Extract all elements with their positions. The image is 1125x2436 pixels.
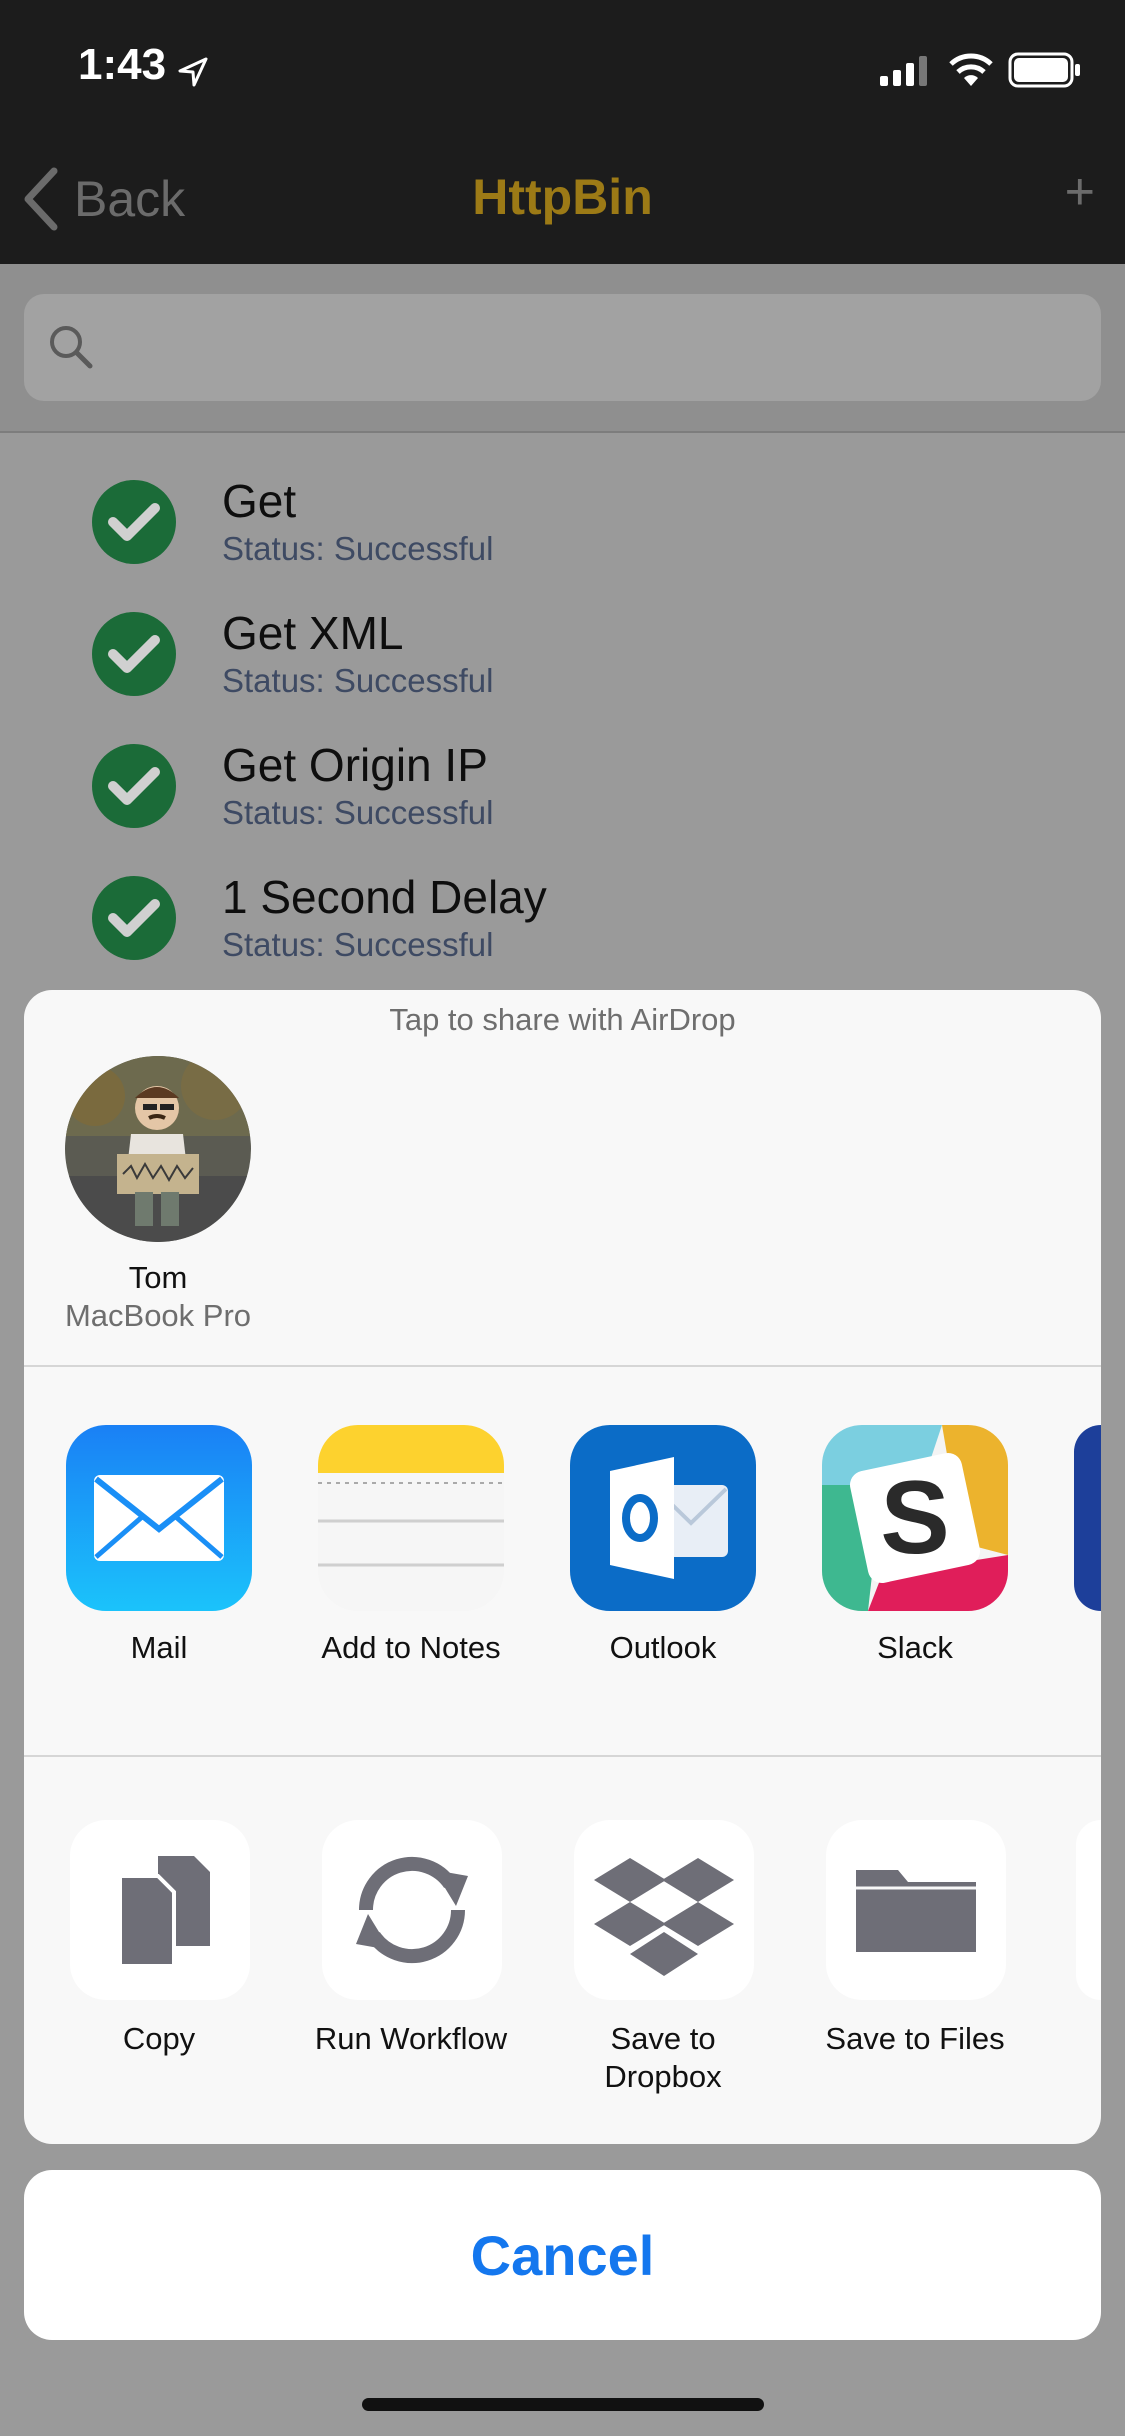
- outlook-icon: [570, 1425, 756, 1611]
- cancel-button[interactable]: Cancel: [24, 2170, 1101, 2340]
- status-bar: 1:43: [0, 0, 1125, 134]
- airdrop-contact[interactable]: Tom MacBook Pro: [24, 990, 292, 1350]
- request-name: Get XML: [222, 607, 404, 659]
- location-arrow-icon: [178, 57, 208, 87]
- action-more-partial[interactable]: [1076, 1820, 1101, 2000]
- home-indicator[interactable]: [362, 2398, 764, 2411]
- workflow-icon: [322, 1820, 502, 2000]
- request-status: Status: Successful: [222, 530, 494, 567]
- checkmark-icon: [92, 480, 176, 564]
- request-name: Get: [222, 475, 297, 527]
- request-status: Status: Successful: [222, 794, 494, 831]
- share-app-label: Mail: [130, 1630, 188, 1665]
- slack-icon: S: [822, 1425, 1008, 1611]
- notes-icon: [318, 1425, 504, 1611]
- add-button[interactable]: +: [1065, 162, 1095, 222]
- svg-text:S: S: [880, 1460, 949, 1576]
- share-app-label: Outlook: [609, 1630, 717, 1665]
- page-title: HttpBin: [472, 169, 653, 225]
- cellular-signal-icon: [880, 56, 927, 86]
- request-status: Status: Successful: [222, 926, 494, 963]
- search-field[interactable]: [24, 294, 1101, 401]
- list-item[interactable]: Get XML Status: Successful: [0, 602, 1125, 734]
- mail-icon: [66, 1425, 252, 1611]
- checkmark-icon: [92, 744, 176, 828]
- airdrop-contact-name: Tom: [128, 1260, 188, 1295]
- copy-icon: [70, 1820, 250, 2000]
- checkmark-icon: [92, 876, 176, 960]
- list-item[interactable]: Get Status: Successful: [0, 470, 1125, 602]
- cancel-label: Cancel: [470, 2223, 655, 2287]
- battery-icon: [1008, 52, 1080, 88]
- request-name: 1 Second Delay: [222, 871, 547, 923]
- search-input[interactable]: [104, 314, 1068, 382]
- share-app-label: Slack: [877, 1630, 953, 1665]
- wifi-icon: [949, 53, 993, 86]
- divider: [24, 1365, 1101, 1367]
- dropbox-icon: [574, 1820, 754, 2000]
- share-app-more-partial[interactable]: [1074, 1425, 1101, 1611]
- divider: [0, 431, 1125, 433]
- airdrop-contact-device: MacBook Pro: [64, 1298, 252, 1333]
- action-label: Run Workflow: [314, 2021, 508, 2056]
- checkmark-icon: [92, 612, 176, 696]
- request-status: Status: Successful: [222, 662, 494, 699]
- navigation-bar: Back HttpBin +: [0, 134, 1125, 264]
- action-label: Save to Dropbox: [604, 2021, 722, 2094]
- folder-icon: [826, 1820, 1006, 2000]
- list-item[interactable]: 1 Second Delay Status: Successful: [0, 866, 1125, 998]
- avatar: [65, 1056, 251, 1242]
- request-name: Get Origin IP: [222, 739, 488, 791]
- action-label: Save to Files: [825, 2021, 1005, 2056]
- divider: [24, 1755, 1101, 1757]
- status-time: 1:43: [78, 40, 167, 89]
- search-icon: [50, 326, 93, 369]
- list-item[interactable]: Get Origin IP Status: Successful: [0, 734, 1125, 866]
- share-sheet: Tap to share with AirDrop Tom MacBook Pr…: [24, 990, 1101, 2144]
- share-app-label: Add to Notes: [321, 1630, 501, 1665]
- action-label: Copy: [122, 2021, 196, 2056]
